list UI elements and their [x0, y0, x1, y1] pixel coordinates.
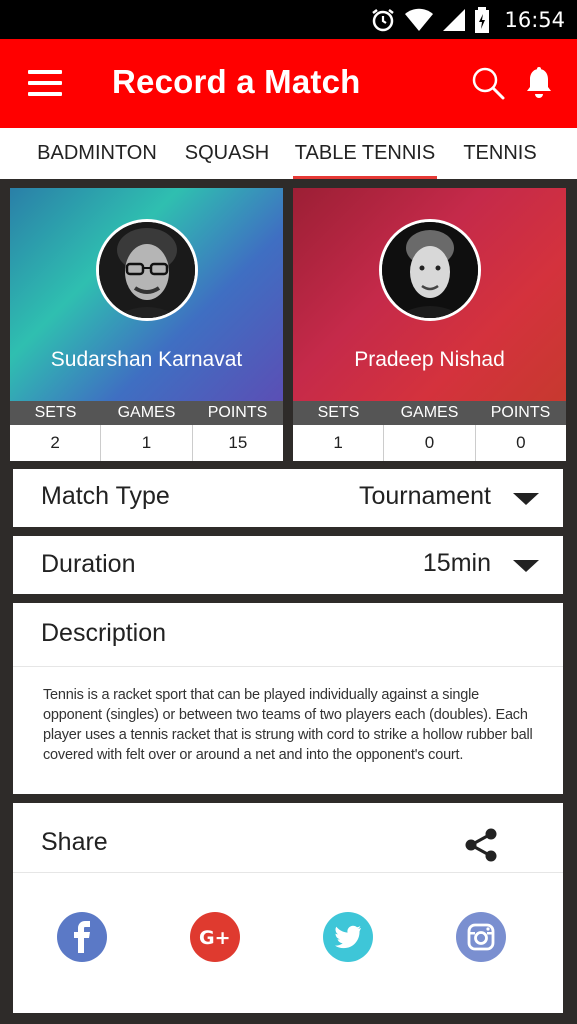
instagram-icon[interactable]	[456, 912, 506, 962]
menu-icon[interactable]	[28, 70, 62, 96]
match-type-value: Tournament	[358, 482, 491, 510]
match-type-label: Match Type	[41, 482, 170, 510]
stat-points-value: 0	[516, 433, 526, 452]
divider	[13, 666, 563, 667]
description-text: Tennis is a racket sport that can be pla…	[43, 687, 533, 763]
duration-value: 15min	[422, 549, 491, 577]
stat-games-value: 1	[101, 425, 193, 461]
avatar	[96, 219, 198, 321]
description-panel: Description Tennis is a racket sport tha…	[13, 603, 563, 794]
stat-header-games: GAMES	[117, 404, 176, 421]
stat-sets-value: 2	[10, 425, 102, 461]
tab-table-tennis[interactable]: TABLE TENNIS	[293, 128, 437, 179]
share-icon[interactable]	[463, 827, 499, 868]
player-card-background: Sudarshan Karnavat	[10, 188, 283, 401]
twitter-icon[interactable]	[323, 912, 373, 962]
page-title: Record a Match	[112, 63, 361, 100]
sport-tabs: BADMINTON SQUASH TABLE TENNIS TENNIS	[0, 128, 577, 179]
match-type-select[interactable]: Match Type Tournament	[13, 469, 563, 527]
stats-header: SETS GAMES POINTS	[293, 401, 566, 425]
notification-bell-icon[interactable]	[525, 66, 553, 100]
stats-values: 1 0 0	[293, 425, 566, 461]
search-icon[interactable]	[471, 66, 505, 100]
divider	[13, 872, 563, 873]
cell-signal-icon	[442, 8, 466, 32]
tab-badminton[interactable]: BADMINTON	[30, 128, 164, 179]
alarm-icon	[370, 7, 396, 33]
player-name: Pradeep Nishad	[354, 348, 505, 371]
avatar	[379, 219, 481, 321]
status-time: 16:54	[504, 7, 565, 32]
player-card-background: Pradeep Nishad	[293, 188, 566, 401]
stat-games-value: 0	[384, 425, 476, 461]
tab-tennis[interactable]: TENNIS	[455, 128, 545, 179]
share-title: Share	[41, 828, 108, 856]
player-card-1[interactable]: Sudarshan Karnavat SETS GAMES POINTS 2 1…	[10, 188, 283, 461]
chevron-down-icon[interactable]	[513, 560, 539, 572]
stats-header: SETS GAMES POINTS	[10, 401, 283, 425]
player-name: Sudarshan Karnavat	[50, 348, 243, 371]
stats-values: 2 1 15	[10, 425, 283, 461]
duration-select[interactable]: Duration 15min	[13, 536, 563, 594]
stat-header-games: GAMES	[400, 404, 459, 421]
stat-header-sets: SETS	[317, 404, 360, 421]
battery-icon	[474, 6, 490, 33]
stat-sets-value: 1	[293, 425, 385, 461]
duration-label: Duration	[41, 550, 136, 578]
svg-text:G+: G+	[199, 927, 231, 948]
chevron-down-icon[interactable]	[513, 493, 539, 505]
status-bar: 16:54	[0, 0, 577, 39]
description-title: Description	[41, 619, 167, 647]
google-plus-icon[interactable]: G+	[190, 912, 240, 962]
app-bar: Record a Match	[0, 39, 577, 128]
facebook-icon[interactable]	[57, 912, 107, 962]
stat-header-points: POINTS	[207, 404, 268, 421]
tab-squash[interactable]: SQUASH	[175, 128, 279, 179]
share-panel: Share	[13, 803, 563, 1013]
stat-header-sets: SETS	[34, 404, 77, 421]
stat-points-value: 15	[228, 433, 248, 452]
stat-header-points: POINTS	[490, 404, 551, 421]
wifi-icon	[404, 8, 434, 32]
player-card-2[interactable]: Pradeep Nishad SETS GAMES POINTS 1 0 0	[293, 188, 566, 461]
